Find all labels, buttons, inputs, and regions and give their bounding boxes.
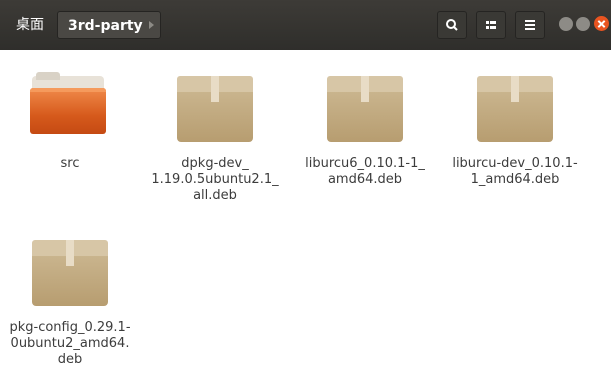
file-label: pkg-config_0.29.1- 0ubuntu2_amd64. deb bbox=[5, 320, 135, 368]
view-toggle-button[interactable] bbox=[476, 11, 506, 39]
file-label: liburcu6_0.10.1-1_ amd64.deb bbox=[300, 156, 430, 188]
file-label-line: liburcu6_0.10.1-1_ bbox=[305, 156, 425, 171]
hamburger-menu-icon bbox=[525, 20, 535, 30]
file-label-line: deb bbox=[57, 352, 83, 367]
package-tape bbox=[66, 240, 74, 266]
breadcrumb-home[interactable]: 桌面 bbox=[10, 11, 50, 39]
close-button[interactable] bbox=[594, 16, 609, 31]
breadcrumb-current-label: 3rd-party bbox=[68, 18, 143, 34]
breadcrumb-current-folder[interactable]: 3rd-party bbox=[57, 11, 161, 39]
file-label-line: src bbox=[60, 156, 80, 171]
file-label: src bbox=[5, 156, 135, 172]
file-label-line: 1_amd64.deb bbox=[470, 172, 560, 187]
search-icon bbox=[446, 19, 458, 31]
file-label-line: amd64.deb bbox=[327, 172, 403, 187]
folder-tab bbox=[36, 72, 60, 80]
list-view-icon bbox=[486, 21, 496, 29]
file-label-line: 1.19.0.5ubuntu2.1_ bbox=[151, 172, 279, 187]
package-tape bbox=[211, 76, 219, 102]
chevron-right-icon[interactable] bbox=[149, 21, 154, 29]
folder-front bbox=[30, 88, 106, 134]
maximize-button[interactable] bbox=[576, 17, 590, 31]
file-label-line: 0ubuntu2_amd64. bbox=[10, 336, 130, 351]
package-tape bbox=[511, 76, 519, 102]
file-label: liburcu-dev_0.10.1- 1_amd64.deb bbox=[450, 156, 580, 188]
file-label-line: all.deb bbox=[193, 188, 237, 203]
file-label-line: pkg-config_0.29.1- bbox=[9, 320, 131, 335]
search-button[interactable] bbox=[437, 11, 467, 39]
header-bar: 桌面 3rd-party bbox=[0, 0, 611, 50]
file-label-line: liburcu-dev_0.10.1- bbox=[452, 156, 578, 171]
minimize-button[interactable] bbox=[559, 17, 573, 31]
package-tape bbox=[361, 76, 369, 102]
menu-button[interactable] bbox=[515, 11, 545, 39]
file-label-line: dpkg-dev_ bbox=[181, 156, 249, 171]
file-label: dpkg-dev_ 1.19.0.5ubuntu2.1_ all.deb bbox=[150, 156, 280, 204]
